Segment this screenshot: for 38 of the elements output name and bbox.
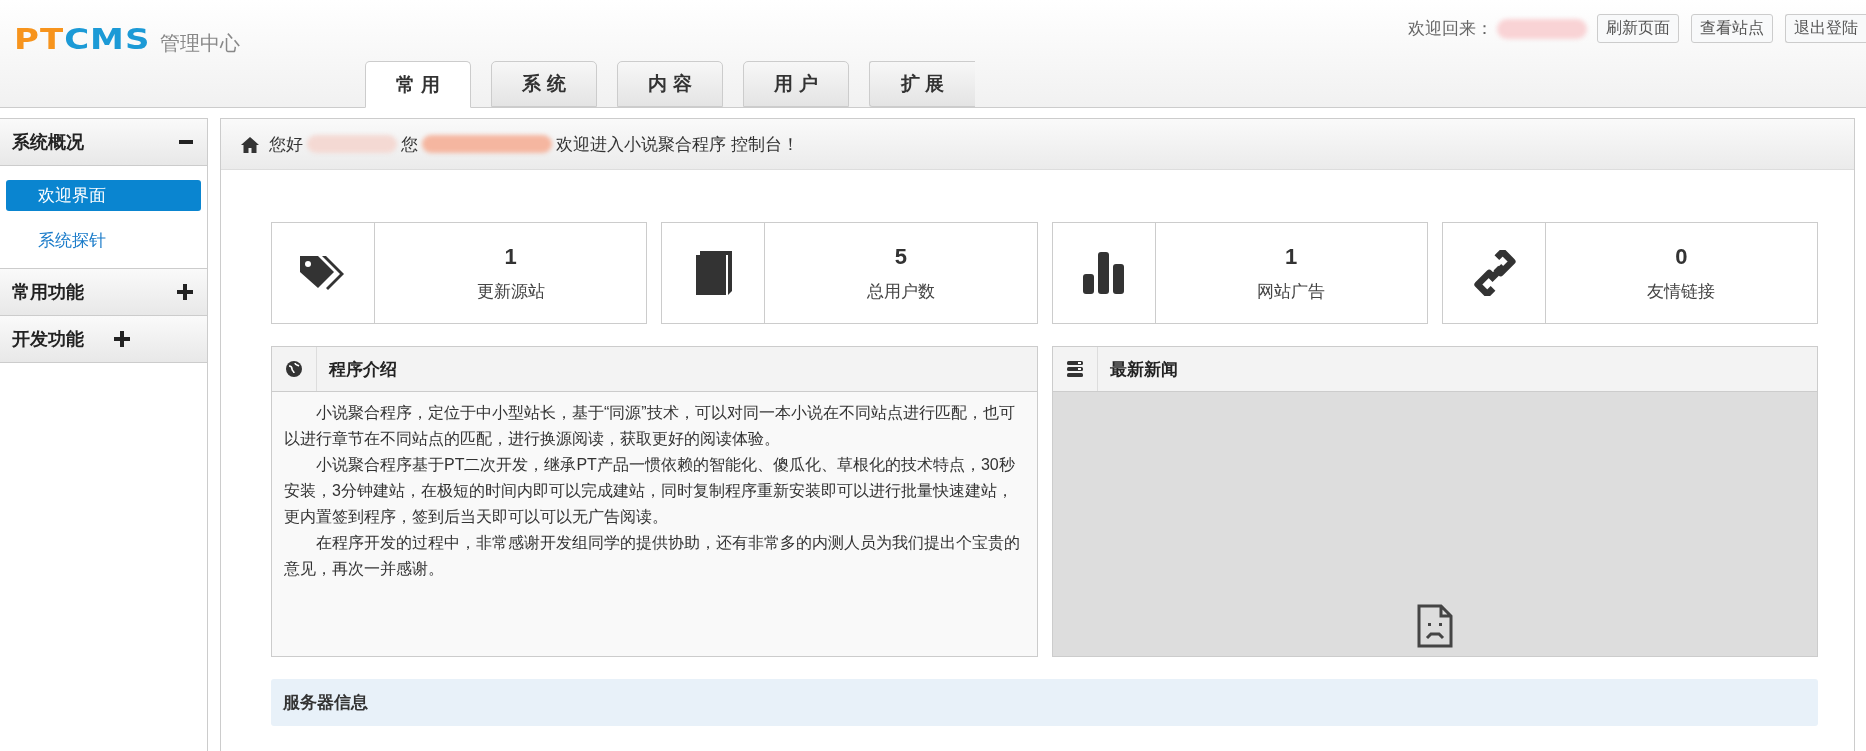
header-button[interactable]: 退出登陆 (1785, 14, 1866, 43)
sidebar-item[interactable]: 欢迎界面 (6, 180, 201, 211)
bar-chart-icon (1082, 252, 1125, 294)
stat-value: 0 (1675, 243, 1688, 270)
stat-label: 网站广告 (1257, 280, 1326, 303)
globe-icon (286, 361, 302, 377)
panel-title: 最新新闻 (1109, 358, 1178, 381)
stat-label: 更新源站 (476, 280, 545, 303)
sidebar-group-header[interactable]: 开发功能 (0, 316, 207, 363)
stat-label: 友情链接 (1647, 280, 1716, 303)
stat-value: 5 (894, 243, 907, 270)
stat-value: 1 (1285, 243, 1298, 270)
greeting-text: 您好 (269, 133, 303, 156)
stat-value: 1 (504, 243, 517, 270)
intro-paragraph: 小说聚合程序基于PT二次开发，继承PT产品一惯依赖的智能化、傻瓜化、草根化的技术特点，30秒安装，3分钟建站，在极短的时间内即可以完成建站，同时复制程序重新安装即可以进行批量快速建站，更内置签到程序，签到后当天即可以可以无广告阅读。 (284, 455, 1016, 527)
panel-title: 程序介绍 (329, 358, 397, 381)
sidebar-item[interactable]: 系统探针 (6, 225, 201, 256)
welcome-message: 欢迎进入小说聚合程序 控制台！ (556, 133, 799, 156)
sidebar-group-header[interactable]: 系统概况 (0, 119, 207, 166)
nav-tab[interactable]: 用 户 (743, 61, 849, 107)
header-button[interactable]: 查看站点 (1691, 14, 1773, 43)
logo-subtitle: 管理中心 (160, 31, 241, 56)
nav-tab[interactable]: 内 容 (617, 61, 723, 107)
nav-tab[interactable]: 系 统 (491, 61, 597, 107)
intro-paragraph: 小说聚合程序，定位于中小型站长，基于“同源”技术，可以对同一本小说在不同站点进行匹配，也可以进行章节在不同站点的匹配，进行换源阅读，获取更好的阅读体验。 (284, 403, 1016, 449)
server-list-icon (1066, 361, 1083, 377)
nav-tab[interactable]: 常 用 (365, 61, 471, 108)
greeting-text: 您 (401, 133, 418, 156)
header-button[interactable]: 刷新页面 (1597, 14, 1679, 43)
section-heading: 服务器信息 (271, 679, 1818, 726)
welcome-text: 欢迎回来： (1408, 18, 1493, 40)
stat-label: 总用户数 (866, 280, 935, 303)
nav-tab[interactable]: 扩 展 (869, 61, 975, 107)
home-icon (241, 135, 259, 153)
intro-paragraph: 在程序开发的过程中，非常感谢开发组同学的提供协助，还有非常多的内测人员为我们提出个宝贵的意见，再次一并感谢。 (284, 533, 1021, 579)
logo: PTCMS (14, 24, 151, 54)
broken-page-icon (1416, 604, 1453, 648)
sidebar-group-header[interactable]: 常用功能 (0, 269, 207, 316)
